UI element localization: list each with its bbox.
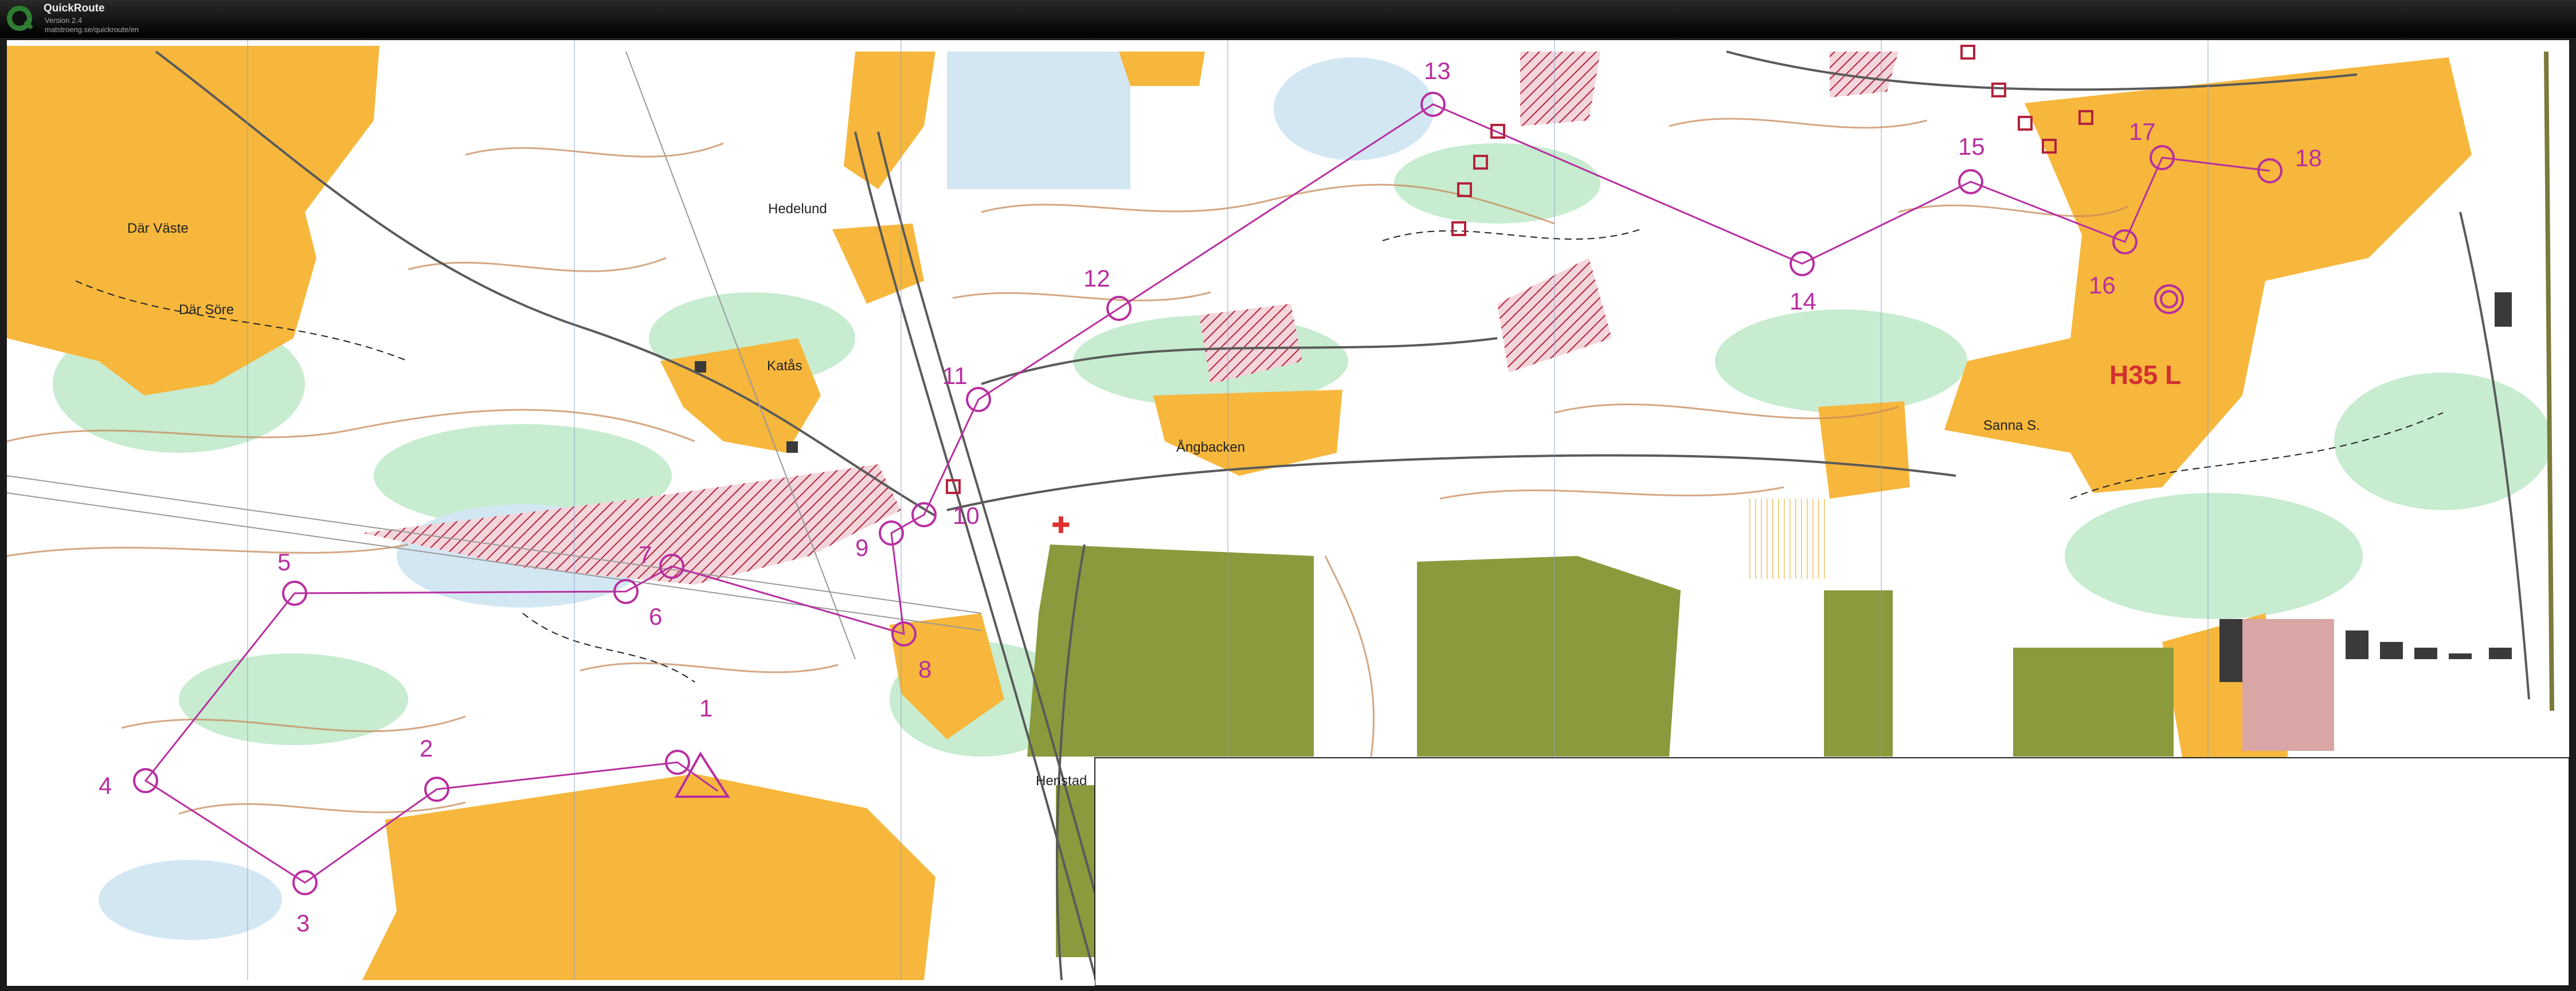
app-title: QuickRoute: [44, 2, 105, 14]
blank-map-area: [1094, 757, 2569, 986]
rough-open-land: [1749, 499, 1830, 579]
place-name-dar-sore: Där Söre: [179, 302, 234, 318]
control-number-6: 6: [649, 603, 662, 630]
place-name-sanna: Sanna S.: [1983, 418, 2040, 433]
control-number-11: 11: [942, 362, 968, 389]
orienteering-map[interactable]: ✚ 1 2 3 4 5 6 7 8 9 10 11 12 13 14 15 16…: [7, 40, 2569, 986]
place-name-katas: Katås: [767, 358, 802, 374]
control-number-10: 10: [953, 502, 980, 529]
control-number-2: 2: [420, 735, 433, 762]
control-number-9: 9: [855, 534, 868, 561]
control-number-15: 15: [1958, 133, 1985, 160]
control-number-16: 16: [2089, 272, 2116, 299]
first-aid-icon: ✚: [1051, 512, 1071, 539]
control-number-14: 14: [1790, 288, 1816, 315]
control-number-5: 5: [277, 549, 291, 575]
quickroute-logo-icon: [7, 6, 33, 31]
control-number-17: 17: [2129, 118, 2156, 145]
place-name-henstad: Henstad: [1036, 773, 1087, 789]
app-url: matstroeng.se/quickroute/en: [45, 25, 139, 34]
control-number-8: 8: [918, 656, 931, 683]
place-name-dar-vaste: Där Väste: [127, 221, 189, 236]
control-number-18: 18: [2295, 144, 2322, 171]
control-number-12: 12: [1083, 265, 1110, 292]
railway-edge: [2544, 51, 2554, 711]
control-number-7: 7: [639, 541, 652, 568]
map-canvas: ✚ 1 2 3 4 5 6 7 8 9 10 11 12 13 14 15 16…: [7, 40, 2569, 986]
place-name-angbacken: Ångbacken: [1176, 439, 1245, 455]
industrial-area: [2242, 619, 2334, 751]
control-number-1: 1: [699, 695, 712, 722]
app-version: Version 2.4: [45, 16, 83, 25]
course-label: H35 L: [2109, 360, 2181, 390]
title-bar: QuickRoute Version 2.4 matstroeng.se/qui…: [0, 0, 2576, 38]
control-number-13: 13: [1424, 57, 1451, 84]
white-area: [2340, 659, 2569, 757]
place-name-hedelund: Hedelund: [768, 201, 827, 217]
control-number-3: 3: [296, 910, 310, 937]
control-number-4: 4: [99, 772, 112, 799]
